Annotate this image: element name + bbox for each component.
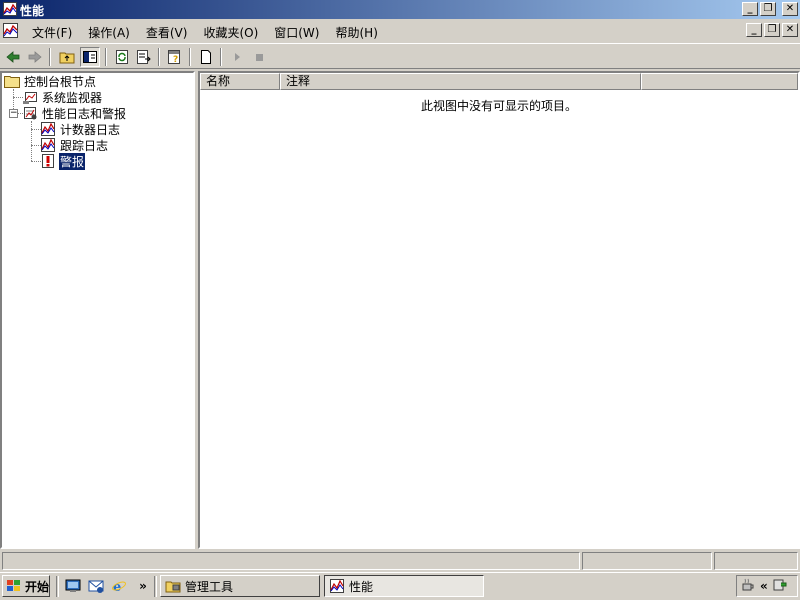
quick-launch-desktop[interactable] xyxy=(64,577,82,595)
performance-chart-icon xyxy=(330,579,344,593)
coffee-tray-icon[interactable] xyxy=(740,577,756,596)
window-title: 性能 xyxy=(20,4,45,18)
restore-button[interactable]: ❐ xyxy=(760,2,776,16)
close-icon: ✕ xyxy=(785,3,795,14)
minimize-icon: _ xyxy=(751,24,757,35)
column-header-empty[interactable] xyxy=(641,73,798,90)
tray-chevron[interactable]: « xyxy=(760,579,768,593)
new-button[interactable] xyxy=(196,47,216,67)
back-arrow-icon xyxy=(6,51,20,63)
mdi-minimize-button[interactable]: _ xyxy=(746,23,762,37)
task-label: 管理工具 xyxy=(185,579,234,594)
tree-item-perf-logs[interactable]: 性能日志和警报 xyxy=(22,105,127,121)
tree-label: 性能日志和警报 xyxy=(42,106,127,121)
tree-label: 计数器日志 xyxy=(60,122,121,137)
empty-list-message: 此视图中没有可显示的项目。 xyxy=(420,99,577,113)
refresh-button[interactable] xyxy=(112,47,132,67)
status-cell-3 xyxy=(714,552,798,570)
stop-icon xyxy=(256,54,263,61)
export-list-button[interactable] xyxy=(134,47,154,67)
restore-icon: ❐ xyxy=(763,3,773,14)
start-button-tool[interactable] xyxy=(227,47,247,67)
admin-tools-icon xyxy=(165,581,181,593)
close-icon: ✕ xyxy=(785,24,795,35)
up-one-level-button[interactable] xyxy=(57,47,77,67)
menu-window[interactable]: 窗口(W) xyxy=(266,23,327,42)
menu-favorites[interactable]: 收藏夹(O) xyxy=(195,23,266,42)
tree-item-system-monitor[interactable]: 系统监视器 xyxy=(22,89,103,105)
folder-icon xyxy=(4,73,20,89)
monitor-chart-icon xyxy=(22,89,38,105)
help-icon: ? xyxy=(168,50,180,65)
desktop-icon xyxy=(65,579,81,592)
tree-item-counter-logs[interactable]: 计数器日志 xyxy=(40,121,121,137)
minimize-button[interactable]: _ xyxy=(742,2,758,16)
play-icon xyxy=(235,53,240,61)
tree-item-trace-logs[interactable]: 跟踪日志 xyxy=(40,137,109,153)
taskbar: 开始 e » 管理工具 性能 « xyxy=(0,572,800,600)
stop-button-tool[interactable] xyxy=(249,47,269,67)
task-label: 性能 xyxy=(349,579,374,594)
ie-icon: e xyxy=(112,580,126,594)
quick-launch-chevron[interactable]: » xyxy=(134,577,152,595)
chart-log-icon xyxy=(40,121,56,137)
column-header-name[interactable]: 名称 xyxy=(200,73,280,90)
details-pane[interactable]: 名称 注释 此视图中没有可显示的项目。 xyxy=(198,71,800,549)
mdi-close-button[interactable]: ✕ xyxy=(782,23,798,37)
start-label: 开始 xyxy=(25,579,50,594)
alert-icon xyxy=(40,153,56,169)
tree-label: 警报 xyxy=(57,151,87,171)
task-performance[interactable]: 性能 xyxy=(324,575,484,597)
title-bar[interactable]: 性能 _ ❐ ✕ xyxy=(0,0,800,19)
toolbar: ? xyxy=(0,43,800,69)
refresh-icon xyxy=(116,50,128,64)
menu-action[interactable]: 操作(A) xyxy=(80,23,138,42)
minimize-icon: _ xyxy=(747,3,753,14)
status-cell-2 xyxy=(582,552,712,570)
tree-label: 系统监视器 xyxy=(42,90,103,105)
menu-bar: 文件(F) 操作(A) 查看(V) 收藏夹(O) 窗口(W) 帮助(H) _ ❐… xyxy=(0,20,800,42)
restore-icon: ❐ xyxy=(767,24,777,35)
up-folder-icon xyxy=(59,52,75,64)
outlook-icon xyxy=(88,580,104,593)
status-bar xyxy=(0,551,800,571)
safely-remove-tray-icon[interactable] xyxy=(772,577,788,596)
mdi-restore-button[interactable]: ❐ xyxy=(764,23,780,37)
help-button[interactable]: ? xyxy=(165,47,185,67)
forward-button[interactable] xyxy=(25,47,45,67)
performance-chart-icon xyxy=(3,2,17,16)
start-button[interactable]: 开始 xyxy=(2,575,50,597)
menu-help[interactable]: 帮助(H) xyxy=(327,23,385,42)
close-button[interactable]: ✕ xyxy=(782,2,798,16)
tree-label: 跟踪日志 xyxy=(60,138,109,153)
export-list-icon xyxy=(137,50,151,64)
svg-text:?: ? xyxy=(173,55,178,65)
back-button[interactable] xyxy=(3,47,23,67)
forward-arrow-icon xyxy=(28,51,42,63)
new-icon xyxy=(201,50,211,64)
menu-file[interactable]: 文件(F) xyxy=(24,23,80,42)
chart-log-icon xyxy=(40,137,56,153)
quick-launch-ie[interactable]: e xyxy=(110,577,128,595)
column-header-comment[interactable]: 注释 xyxy=(280,73,641,90)
show-hide-tree-icon xyxy=(83,51,97,63)
minus-icon: − xyxy=(10,108,18,118)
quick-launch-outlook[interactable] xyxy=(87,577,105,595)
logs-icon xyxy=(22,105,38,121)
show-hide-tree-button[interactable] xyxy=(80,47,100,67)
menu-view[interactable]: 查看(V) xyxy=(138,23,196,42)
tree-item-root[interactable]: 控制台根节点 xyxy=(4,73,97,89)
task-admin-tools[interactable]: 管理工具 xyxy=(160,575,320,597)
console-tree[interactable]: 控制台根节点 系统监视器 − 性能日志和警报 计数器日志 跟踪日志 警报 xyxy=(0,71,195,549)
console-doc-icon[interactable] xyxy=(3,23,18,38)
collapse-toggle[interactable]: − xyxy=(9,109,18,118)
status-cell-main xyxy=(2,552,580,570)
tree-item-alerts[interactable]: 警报 xyxy=(40,151,87,171)
system-tray: « xyxy=(736,575,798,597)
tree-root-label: 控制台根节点 xyxy=(24,74,97,89)
windows-logo-icon xyxy=(7,580,20,591)
